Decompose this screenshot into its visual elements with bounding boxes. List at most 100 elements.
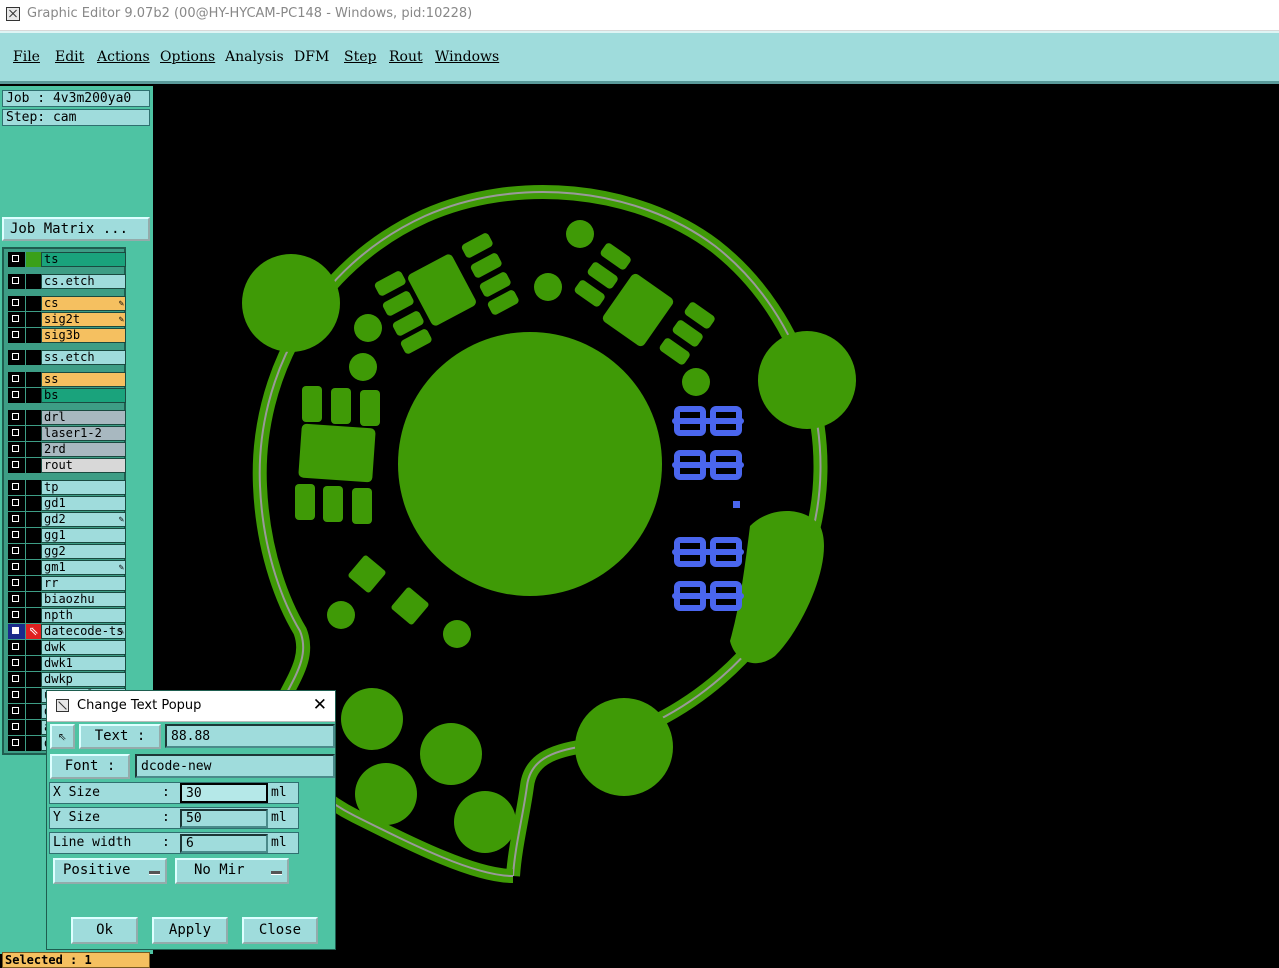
layer-name[interactable]: dwk1 [41, 656, 126, 671]
layer-row-gg1[interactable]: gg1 [8, 528, 126, 543]
layer-checkbox[interactable] [8, 312, 25, 327]
x-size-input[interactable] [180, 783, 268, 803]
work-layer-arrow-icon[interactable]: ⇖ [26, 624, 41, 639]
layer-color-swatch[interactable] [26, 544, 41, 559]
layer-color-swatch[interactable] [26, 388, 41, 403]
layer-row-dwk1[interactable]: dwk1 [8, 656, 126, 671]
layer-color-swatch[interactable] [26, 656, 41, 671]
layer-row-ss-etch[interactable]: ss.etch [8, 350, 126, 365]
menu-step[interactable]: Step [344, 49, 376, 65]
layer-color-swatch[interactable] [26, 480, 41, 495]
layer-name[interactable]: sig2t ✎ [41, 312, 126, 327]
layer-color-swatch[interactable] [26, 576, 41, 591]
layer-color-swatch[interactable] [26, 328, 41, 343]
layer-color-swatch[interactable] [26, 512, 41, 527]
layer-color-swatch[interactable] [26, 720, 41, 735]
layer-row-dwk[interactable]: dwk [8, 640, 126, 655]
layer-checkbox[interactable] [8, 704, 25, 719]
layer-checkbox[interactable] [8, 672, 25, 687]
layer-checkbox[interactable] [8, 410, 25, 425]
layer-name[interactable]: cs ✎ [41, 296, 126, 311]
layer-name[interactable]: gg2 [41, 544, 126, 559]
layer-row-2rd[interactable]: 2rd [8, 442, 126, 457]
close-icon[interactable]: ✕ [313, 695, 327, 715]
ok-button[interactable]: Ok [71, 917, 138, 944]
layer-name[interactable]: datecode-ts ✎ [41, 624, 126, 639]
text-button[interactable]: Text : [79, 724, 161, 749]
layer-checkbox[interactable] [8, 656, 25, 671]
layer-color-swatch[interactable] [26, 426, 41, 441]
layer-checkbox[interactable] [8, 296, 25, 311]
layer-checkbox[interactable] [8, 328, 25, 343]
layer-row-gg2[interactable]: gg2 [8, 544, 126, 559]
font-button[interactable]: Font : [50, 754, 130, 779]
layer-checkbox[interactable] [8, 252, 25, 267]
layer-color-swatch[interactable] [26, 350, 41, 365]
layer-checkbox[interactable] [8, 688, 25, 703]
font-input[interactable] [135, 754, 335, 778]
layer-row-dwkp[interactable]: dwkp [8, 672, 126, 687]
layer-color-swatch[interactable] [26, 496, 41, 511]
layer-name[interactable]: npth [41, 608, 126, 623]
layer-checkbox[interactable] [8, 640, 25, 655]
layer-color-swatch[interactable] [26, 640, 41, 655]
layer-checkbox[interactable] [8, 608, 25, 623]
layer-row-cs-etch[interactable]: cs.etch [8, 274, 126, 289]
menu-file[interactable]: File [13, 49, 40, 65]
layer-color-swatch[interactable] [26, 704, 41, 719]
layer-name[interactable]: biaozhu [41, 592, 126, 607]
layer-color-swatch[interactable] [26, 458, 41, 473]
layer-color-swatch[interactable] [26, 372, 41, 387]
layer-checkbox[interactable] [8, 388, 25, 403]
menu-analysis[interactable]: Analysis [225, 49, 284, 65]
menu-dfm[interactable]: DFM [294, 49, 329, 65]
layer-color-swatch[interactable] [26, 608, 41, 623]
menu-edit[interactable]: Edit [55, 49, 84, 65]
layer-checkbox[interactable] [8, 442, 25, 457]
layer-name[interactable]: gd2 ✎ [41, 512, 126, 527]
layer-checkbox[interactable] [8, 480, 25, 495]
job-matrix-button[interactable]: Job Matrix ... [2, 217, 150, 241]
menu-rout[interactable]: Rout [389, 49, 423, 65]
layer-checkbox[interactable] [8, 512, 25, 527]
layer-name[interactable]: ss [41, 372, 126, 387]
layer-name[interactable]: drl [41, 410, 126, 425]
layer-name[interactable]: tp [41, 480, 126, 495]
layer-row-datecode-ts[interactable]: ⇖ datecode-ts ✎ [8, 624, 126, 639]
layer-checkbox[interactable] [8, 350, 25, 365]
polarity-option[interactable]: Positive [53, 858, 167, 884]
layer-name[interactable]: gd1 [41, 496, 126, 511]
layer-row-ts[interactable]: ts [8, 252, 126, 267]
layer-name[interactable]: rr [41, 576, 126, 591]
menu-windows[interactable]: Windows [435, 49, 499, 65]
layer-row-drl[interactable]: drl [8, 410, 126, 425]
layer-row-sig2t[interactable]: sig2t ✎ [8, 312, 126, 327]
layer-row-rout[interactable]: rout [8, 458, 126, 473]
layer-checkbox[interactable] [8, 624, 25, 639]
y-size-input[interactable] [180, 809, 268, 828]
layer-color-swatch[interactable] [26, 560, 41, 575]
layer-checkbox[interactable] [8, 576, 25, 591]
layer-checkbox[interactable] [8, 426, 25, 441]
layer-row-ss[interactable]: ss [8, 372, 126, 387]
layer-row-laser1-2[interactable]: laser1-2 [8, 426, 126, 441]
layer-color-swatch[interactable] [26, 274, 41, 289]
layer-checkbox[interactable] [8, 274, 25, 289]
apply-button[interactable]: Apply [152, 917, 228, 944]
layer-checkbox[interactable] [8, 560, 25, 575]
close-button[interactable]: Close [242, 917, 318, 944]
arrow-select-icon[interactable]: ⇖ [50, 724, 75, 749]
layer-color-swatch[interactable] [26, 442, 41, 457]
layer-color-swatch[interactable] [26, 592, 41, 607]
layer-color-swatch[interactable] [26, 252, 41, 267]
layer-row-cs[interactable]: cs ✎ [8, 296, 126, 311]
layer-checkbox[interactable] [8, 544, 25, 559]
layer-color-swatch[interactable] [26, 312, 41, 327]
layer-name[interactable]: sig3b [41, 328, 126, 343]
line-width-input[interactable] [180, 834, 268, 853]
layer-row-gm1[interactable]: gm1 ✎ [8, 560, 126, 575]
layer-row-gd1[interactable]: gd1 [8, 496, 126, 511]
layer-name[interactable]: gm1 ✎ [41, 560, 126, 575]
layer-checkbox[interactable] [8, 592, 25, 607]
layer-row-sig3b[interactable]: sig3b [8, 328, 126, 343]
